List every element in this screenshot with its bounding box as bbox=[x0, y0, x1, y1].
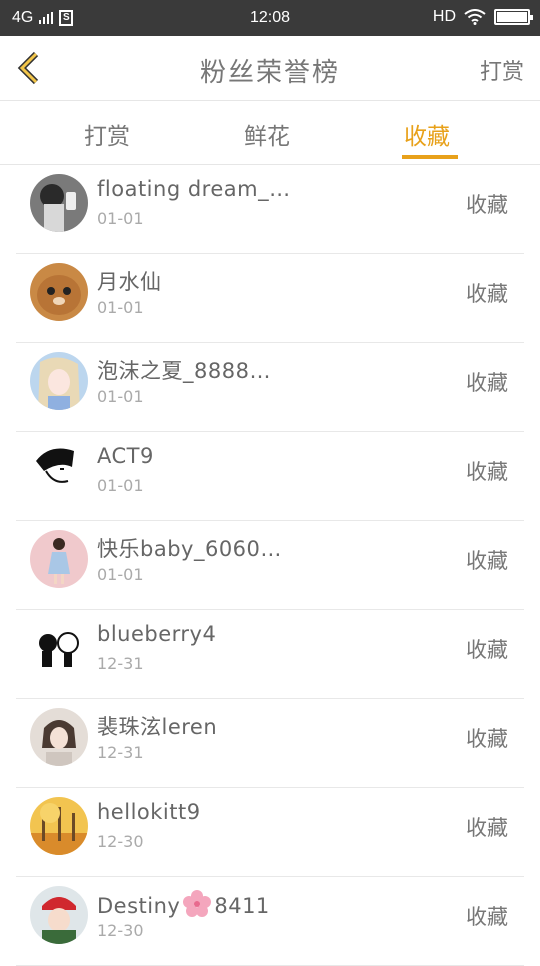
list-item[interactable]: floating dream_… 01-01 收藏 bbox=[0, 165, 540, 254]
active-tab-indicator bbox=[402, 155, 458, 159]
favorite-label: 收藏 bbox=[466, 905, 508, 929]
name-suffix: 8411 bbox=[214, 894, 270, 918]
user-name: Destiny 8411 bbox=[97, 889, 270, 919]
wifi-icon bbox=[464, 9, 486, 25]
battery-icon bbox=[494, 9, 533, 25]
avatar bbox=[30, 441, 88, 499]
user-name: blueberry4 bbox=[97, 622, 217, 646]
favorite-label: 收藏 bbox=[466, 549, 508, 573]
date-label: 12-31 bbox=[97, 743, 144, 762]
user-name: floating dream_… bbox=[97, 177, 291, 201]
favorite-label: 收藏 bbox=[466, 638, 508, 662]
favorite-label: 收藏 bbox=[466, 727, 508, 751]
tab-reward[interactable]: 打赏 bbox=[84, 117, 130, 151]
tab-bar: 打赏 鲜花 收藏 bbox=[0, 101, 540, 165]
list-item[interactable]: ACT9 01-01 收藏 bbox=[0, 432, 540, 521]
user-name: 裴珠泫leren bbox=[97, 715, 218, 739]
date-label: 12-30 bbox=[97, 832, 144, 851]
date-label: 01-01 bbox=[97, 476, 144, 495]
tab-flowers[interactable]: 鲜花 bbox=[244, 117, 290, 151]
status-right: HD bbox=[432, 8, 533, 26]
list-item[interactable]: 泡沫之夏_8888… 01-01 收藏 bbox=[0, 343, 540, 432]
page-title: 粉丝荣誉榜 bbox=[199, 58, 340, 88]
date-label: 12-31 bbox=[97, 654, 144, 673]
date-label: 01-01 bbox=[97, 298, 144, 317]
tab-favorites[interactable]: 收藏 bbox=[404, 117, 450, 151]
user-name: 泡沫之夏_8888… bbox=[97, 359, 271, 383]
list-item[interactable]: 裴珠泫leren 12-31 收藏 bbox=[0, 699, 540, 788]
list-item[interactable]: 快乐baby_6060… 01-01 收藏 bbox=[0, 521, 540, 610]
date-label: 12-30 bbox=[97, 921, 144, 940]
flower-emoji-icon bbox=[183, 890, 212, 917]
favorite-label: 收藏 bbox=[466, 371, 508, 395]
favorite-label: 收藏 bbox=[466, 460, 508, 484]
list-item[interactable]: 月水仙 01-01 收藏 bbox=[0, 254, 540, 343]
date-label: 01-01 bbox=[97, 565, 144, 584]
favorite-label: 收藏 bbox=[466, 193, 508, 217]
avatar bbox=[30, 797, 88, 855]
avatar bbox=[30, 174, 88, 232]
date-label: 01-01 bbox=[97, 209, 144, 228]
user-name: 快乐baby_6060… bbox=[97, 537, 282, 561]
hd-label: HD bbox=[432, 8, 456, 25]
list-item[interactable]: Destiny 8411 12-30 收藏 bbox=[0, 877, 540, 966]
list-item[interactable]: hellokitt9 12-30 收藏 bbox=[0, 788, 540, 877]
user-name: ACT9 bbox=[97, 444, 154, 468]
avatar bbox=[30, 352, 88, 410]
avatar bbox=[30, 619, 88, 677]
user-name: hellokitt9 bbox=[97, 800, 201, 824]
avatar bbox=[30, 530, 88, 588]
fan-list: floating dream_… 01-01 收藏 月水仙 01-01 收藏 泡… bbox=[0, 165, 540, 966]
list-item[interactable]: blueberry4 12-31 收藏 bbox=[0, 610, 540, 699]
status-bar: 4G S 12:08 HD bbox=[0, 0, 540, 36]
avatar bbox=[30, 708, 88, 766]
user-name: 月水仙 bbox=[97, 270, 162, 294]
name-prefix: Destiny bbox=[97, 894, 181, 918]
reward-button[interactable]: 打赏 bbox=[480, 54, 524, 86]
favorite-label: 收藏 bbox=[466, 816, 508, 840]
avatar bbox=[30, 886, 88, 944]
app-header: 粉丝荣誉榜 打赏 bbox=[0, 36, 540, 101]
favorite-label: 收藏 bbox=[466, 282, 508, 306]
date-label: 01-01 bbox=[97, 387, 144, 406]
avatar bbox=[30, 263, 88, 321]
